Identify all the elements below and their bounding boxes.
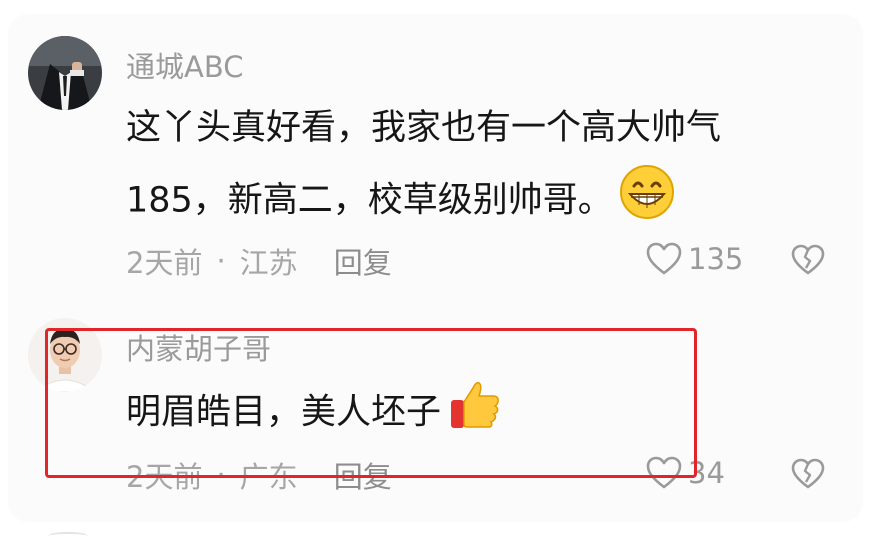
next-avatar-edge (48, 532, 88, 540)
comment-meta: 2天前 · 广东 回复 (126, 454, 392, 496)
comment-text-line: 185，新高二，校草级别帅哥。 (126, 180, 613, 221)
like-button[interactable]: 135 (646, 242, 743, 276)
heart-icon (646, 242, 682, 275)
glasses-man-avatar-icon (28, 318, 102, 392)
location: 广东 (239, 460, 298, 494)
thumbs-up-icon (447, 376, 503, 451)
avatar[interactable] (28, 318, 102, 392)
reply-button[interactable]: 回复 (334, 454, 392, 496)
reply-button[interactable]: 回复 (334, 240, 392, 282)
timestamp: 2天前 (126, 460, 203, 494)
heart-icon (646, 456, 682, 489)
separator-dot: · (216, 244, 226, 278)
comment-meta: 2天前 · 江苏 回复 (126, 240, 392, 282)
like-button[interactable]: 34 (646, 456, 725, 490)
comment-text: 185，新高二，校草级别帅哥。 (126, 164, 675, 239)
avatar[interactable] (28, 36, 102, 110)
username[interactable]: 内蒙胡子哥 (126, 326, 271, 368)
broken-heart-icon (791, 244, 825, 275)
broken-heart-icon (791, 458, 825, 489)
dislike-button[interactable] (791, 458, 825, 494)
comment-text-line: 这丫头真好看，我家也有一个高大帅气 (126, 108, 722, 148)
dislike-button[interactable] (791, 244, 825, 280)
timestamp: 2天前 (126, 246, 203, 280)
like-count: 135 (688, 242, 744, 276)
username[interactable]: 通城ABC (126, 44, 243, 86)
like-count: 34 (688, 456, 725, 490)
comment-card: 通城ABC 这丫头真好看，我家也有一个高大帅气 185，新高二，校草级别帅哥。 … (8, 14, 863, 534)
man-in-suit-avatar-icon (28, 36, 102, 110)
comment-text: 这丫头真好看，我家也有一个高大帅气 (126, 98, 721, 158)
grinning-face-icon (619, 164, 675, 239)
comment-text: 明眉皓目，美人坯子 (126, 376, 503, 451)
location: 江苏 (239, 246, 298, 280)
separator-dot: · (216, 458, 226, 492)
comment-text-line: 明眉皓目，美人坯子 (126, 392, 442, 433)
